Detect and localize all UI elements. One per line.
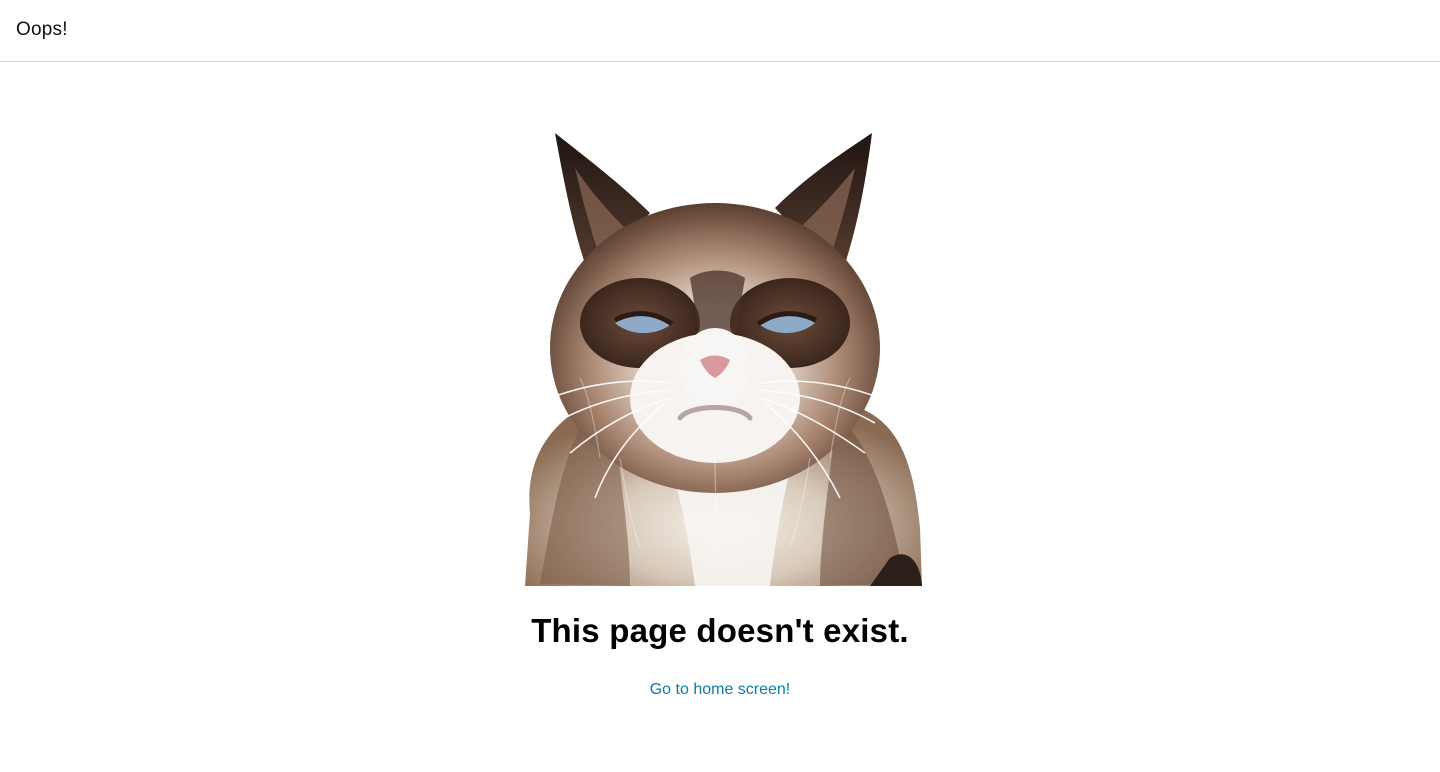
not-found-heading: This page doesn't exist. <box>531 612 909 649</box>
grumpy-cat-image <box>520 128 924 590</box>
grumpy-cat-illustration <box>525 133 922 586</box>
go-home-link-label[interactable]: Go to home screen! <box>650 681 791 698</box>
go-home-link[interactable]: Go to home screen! <box>0 681 1440 699</box>
page-title: Oops! <box>16 19 68 40</box>
top-bar: Oops! <box>0 0 1440 62</box>
